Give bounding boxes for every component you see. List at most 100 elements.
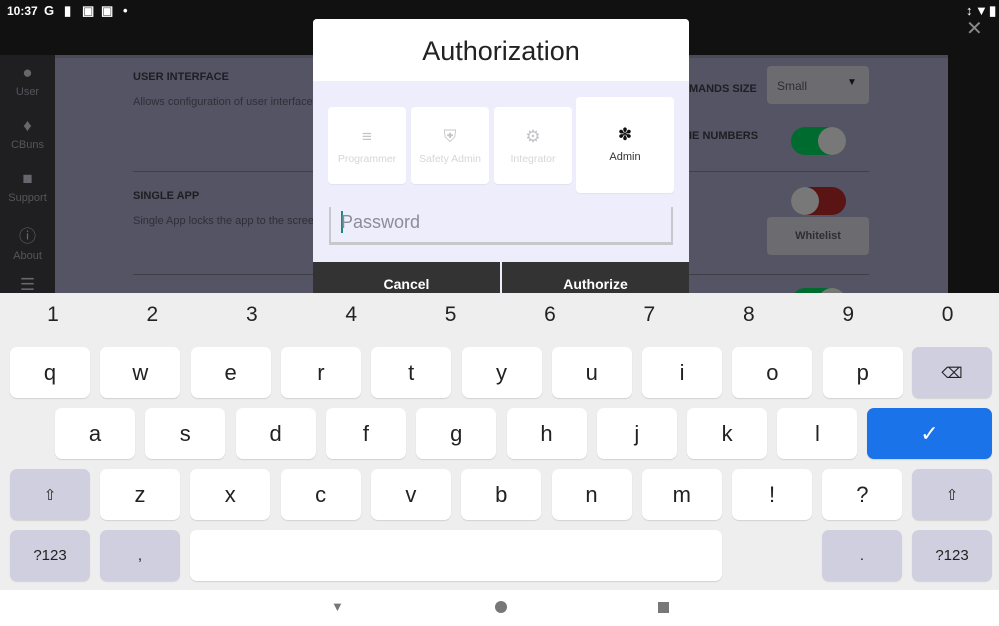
battery-icon: ▮ [989, 3, 997, 18]
key-w[interactable]: w [100, 347, 181, 398]
commands-size-label: MANDS SIZE [689, 83, 757, 95]
notes-icon: ≡ [362, 127, 372, 146]
sidebar-item-label: User [15, 86, 40, 98]
key-n[interactable]: n [551, 469, 632, 520]
key-t[interactable]: t [371, 347, 452, 398]
dialog-title: Authorization [313, 19, 689, 81]
key-f[interactable]: f [325, 408, 406, 459]
key-g[interactable]: g [416, 408, 497, 459]
teamviewer-icon: ▣ [101, 3, 114, 18]
space-key[interactable] [190, 530, 722, 581]
sidebar-item-label: Support [8, 192, 47, 204]
key-c[interactable]: c [280, 469, 361, 520]
key-h[interactable]: h [506, 408, 587, 459]
sidebar-item-label: CBuns [10, 139, 45, 151]
shield-icon: ⛨ [443, 127, 457, 146]
key-p[interactable]: p [822, 347, 903, 398]
role-programmer[interactable]: ≡ Programmer [328, 107, 406, 184]
key-a[interactable]: a [55, 408, 135, 459]
symbols-key[interactable]: ?123 [912, 530, 992, 581]
key-v[interactable]: v [370, 469, 451, 520]
section-title: USER INTERFACE [133, 71, 229, 83]
shift-key[interactable]: ⇧ [912, 469, 992, 520]
key-d[interactable]: d [235, 408, 316, 459]
toggle-knob [791, 187, 819, 215]
role-label: Admin [609, 151, 641, 163]
role-admin[interactable]: ✽ Admin [576, 97, 674, 193]
number-hint-1[interactable]: 1 [38, 303, 68, 327]
person-icon: ● [22, 63, 33, 82]
key-y[interactable]: y [461, 347, 542, 398]
google-icon: G [44, 3, 55, 18]
bug-icon: ✽ [617, 125, 633, 144]
key-b[interactable]: b [461, 469, 542, 520]
line-numbers-toggle[interactable] [791, 127, 846, 155]
number-hint-7[interactable]: 7 [634, 303, 664, 327]
navigation-bar: ▼ [0, 590, 999, 626]
section-description: Allows configuration of user interface [133, 96, 313, 108]
key-question[interactable]: ? [822, 469, 903, 520]
role-label: Safety Admin [419, 153, 481, 165]
single-app-toggle[interactable] [791, 187, 846, 215]
close-icon[interactable]: ✕ [966, 16, 983, 41]
recents-icon[interactable] [658, 602, 669, 613]
key-x[interactable]: x [190, 469, 271, 520]
back-icon[interactable]: ▼ [331, 599, 344, 614]
puzzle-icon: ♦ [23, 116, 32, 135]
key-o[interactable]: o [732, 347, 813, 398]
key-j[interactable]: j [596, 408, 677, 459]
comma-key[interactable]: , [100, 530, 180, 581]
symbols-key[interactable]: ?123 [10, 530, 90, 581]
key-q[interactable]: q [10, 347, 90, 398]
key-z[interactable]: z [100, 469, 180, 520]
sidebar-item-about[interactable]: ⓘ About [0, 222, 55, 262]
on-screen-keyboard: 1 2 3 4 5 6 7 8 9 0 q w e r t y u i o p ⌫ a s d f g h j k l ✓ ⇧ z x c v b n m!… [0, 293, 999, 590]
dot-icon: • [123, 3, 128, 18]
key-l[interactable]: l [777, 408, 858, 459]
section-title: SINGLE APP [133, 190, 200, 202]
number-hint-2[interactable]: 2 [137, 303, 167, 327]
number-hint-4[interactable]: 4 [336, 303, 366, 327]
sidebar-item-support[interactable]: ■ Support [0, 169, 55, 204]
key-exclamation[interactable]: ! [732, 469, 813, 520]
key-r[interactable]: r [280, 347, 361, 398]
key-s[interactable]: s [145, 408, 226, 459]
enter-key[interactable]: ✓ [867, 408, 992, 459]
whitelist-button[interactable]: Whitelist [767, 217, 869, 255]
chevron-down-icon: ▼ [847, 77, 857, 88]
role-label: Programmer [337, 153, 397, 165]
number-hint-3[interactable]: 3 [237, 303, 267, 327]
password-input[interactable]: Password [329, 207, 673, 245]
period-key[interactable]: . [822, 530, 902, 581]
key-i[interactable]: i [642, 347, 723, 398]
key-k[interactable]: k [687, 408, 768, 459]
key-e[interactable]: e [190, 347, 271, 398]
line-numbers-label: IE NUMBERS [689, 130, 759, 142]
sidebar-item-user[interactable]: ● User [0, 63, 55, 98]
authorize-button[interactable]: Authorize [502, 262, 689, 293]
number-hint-0[interactable]: 0 [933, 303, 963, 327]
select-value: Small [777, 79, 808, 93]
number-hint-6[interactable]: 6 [535, 303, 565, 327]
commands-size-select[interactable]: Small ▼ [767, 66, 869, 104]
role-integrator[interactable]: ⚙ Integrator [494, 107, 572, 184]
sidebar-item-label: About [13, 250, 42, 262]
role-label: Integrator [510, 153, 556, 165]
authorization-dialog: Authorization ≡ Programmer ⛨ Safety Admin … [313, 19, 689, 293]
role-safety-admin[interactable]: ⛨ Safety Admin [411, 107, 489, 184]
feedback-icon: ■ [22, 169, 33, 188]
sidebar-item-cbuns[interactable]: ♦ CBuns [0, 116, 55, 151]
shift-key[interactable]: ⇧ [10, 469, 90, 520]
password-placeholder: Password [341, 212, 421, 232]
backspace-key[interactable]: ⌫ [912, 347, 992, 398]
list-icon: ☰ [19, 275, 36, 294]
cancel-button[interactable]: Cancel [313, 262, 500, 293]
number-hint-9[interactable]: 9 [833, 303, 863, 327]
key-u[interactable]: u [551, 347, 632, 398]
number-hint-5[interactable]: 5 [436, 303, 466, 327]
sidebar: ● User ♦ CBuns ■ Support ⓘ About ☰ [0, 55, 55, 294]
number-hint-8[interactable]: 8 [734, 303, 764, 327]
key-m[interactable]: m [641, 469, 722, 520]
section-description: Single App locks the app to the scree [133, 215, 315, 227]
home-icon[interactable] [495, 601, 507, 613]
